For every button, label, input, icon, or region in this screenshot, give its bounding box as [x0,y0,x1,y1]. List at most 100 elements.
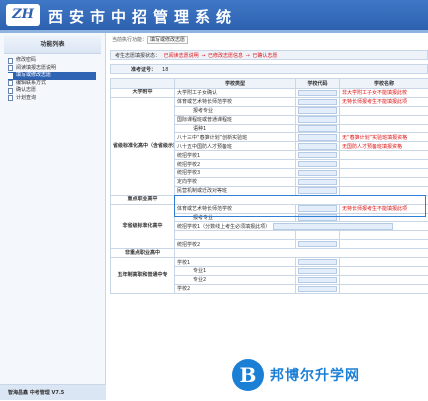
school-name-cell [340,177,428,186]
school-name-cell: 无特长师报考生不能填报此项 [340,204,428,213]
site-title: 西安市中招管理系统 [48,6,237,27]
school-code-input[interactable] [298,187,337,194]
school-code-input[interactable] [298,170,337,177]
code-cell [296,169,340,178]
sidebar: 功能列表 修改密码 阅读填报志愿说明 填写或修改志愿 编辑联系方式 确认志愿 计… [0,33,106,400]
code-cell [296,275,340,284]
school-name-cell [340,275,428,284]
category-cell: 省级标准化高中（含省级示范高中） [111,97,175,195]
arrow-icon: → [201,53,205,59]
school-type-cell: 语种1 [175,124,296,133]
school-name-cell [340,258,428,267]
code-cell [296,97,340,106]
school-type-cell: 民营机制或迁改对等班 [175,186,296,195]
step-modified: 已修改志愿信息 [208,53,243,59]
school-type-cell: 体育或艺术特长师范学校 [175,97,296,106]
sidebar-item-confirm[interactable]: 确认志愿 [8,87,105,95]
school-name-cell [340,231,428,240]
school-name-cell: 无国防人才预备班填报资格 [340,142,428,151]
exam-number-label: 准考证号： [131,67,156,73]
school-name-cell [340,124,428,133]
school-code-input[interactable] [298,143,337,150]
school-name-cell [340,240,428,249]
sidebar-item-label: 编辑联系方式 [16,80,46,88]
document-icon [8,88,13,94]
sidebar-item-label: 确认志愿 [16,87,36,95]
table-row: 省级标准化高中（含省级示范高中） 体育或艺术特长师范学校 无特长师报考生不能填报… [111,97,428,106]
school-code-input[interactable] [298,241,337,248]
code-cell [296,151,340,160]
step-read: 已阅读志愿说明 [164,53,199,59]
sidebar-footer: 智海昌鑫 中考管理 V7.5 [0,384,106,400]
school-type-cell: 专业2 [175,275,296,284]
code-cell [296,240,340,249]
school-name-cell [340,284,428,293]
category-cell: 重点职业高中 [111,195,175,204]
major-code-input[interactable] [298,277,337,284]
school-name-cell [340,169,428,178]
school-type-cell: 统招学校1（分数线上考生必须填报此项） [175,222,428,231]
school-name-cell [340,115,428,124]
exam-number-value: 18 [162,67,168,73]
school-code-input[interactable] [298,161,337,168]
school-type-cell: 体育或艺术特长师范学校 [175,204,296,213]
code-cell [296,133,340,142]
code-cell [296,284,340,293]
school-type-cell: 统招学校2 [175,160,296,169]
category-cell: 非省级标准化高中 [111,204,175,248]
school-code-input[interactable] [298,99,337,106]
school-type-cell: 统招学校3 [175,169,296,178]
steps-label: 考生志愿填报状态： [115,53,160,59]
major-code-input[interactable] [298,107,337,114]
step-confirmed: 已确认志愿 [252,53,277,59]
school-type-cell: 专业1 [175,267,296,276]
school-type-cell: 八十五中国防人才预备班 [175,142,296,151]
status-steps: 考生志愿填报状态： 已阅读志愿说明 → 已修改志愿信息 → 已确认志愿 [110,50,428,60]
school-code-input[interactable] [298,90,337,97]
document-icon [8,65,13,71]
code-cell [296,106,340,115]
table-header-name: 学校名称 [340,79,428,89]
sidebar-item-label: 阅读填报志愿说明 [16,65,56,73]
school-code-input[interactable] [298,259,337,266]
code-cell [296,142,340,151]
language-code-input[interactable] [298,125,337,132]
table-header-code: 学校代码 [296,79,340,89]
school-name-cell [340,267,428,276]
school-code-input[interactable] [298,286,337,293]
document-icon [8,58,13,64]
code-cell [296,124,340,133]
school-code-input[interactable] [298,116,337,123]
school-name-cell [340,151,428,160]
school-type-cell: 报考专业 [175,106,296,115]
school-code-input[interactable] [298,152,337,159]
school-name-cell [340,186,428,195]
school-code-input[interactable] [273,223,393,230]
code-cell [296,213,340,222]
breadcrumb-prefix: 当前执行功能： [112,37,147,43]
sidebar-item-label: 计划查询 [16,95,36,103]
sidebar-item-read-instructions[interactable]: 阅读填报志愿说明 [8,65,105,73]
major-code-input[interactable] [298,268,337,275]
table-row: 非重点职业高中 [111,249,428,258]
school-type-cell [175,231,296,240]
site-logo: ZH [6,4,40,26]
header-banner: ZH 西安市中招管理系统 [0,0,428,30]
table-header-row: 学校类型 学校代码 学校名称 [111,79,428,89]
code-cell [296,115,340,124]
sidebar-item-fill-preferences[interactable]: 填写或修改志愿 [8,72,96,80]
code-cell [296,267,340,276]
school-code-input[interactable] [298,179,337,186]
sidebar-item-plan-query[interactable]: 计划查询 [8,95,105,103]
section-blank [175,195,428,204]
school-code-input[interactable] [298,134,337,141]
code-cell [296,89,340,98]
sidebar-item-edit-contact[interactable]: 编辑联系方式 [8,80,105,88]
major-code-input[interactable] [298,214,337,221]
school-name-cell [340,213,428,222]
school-code-input[interactable] [298,205,337,212]
sidebar-item-change-password[interactable]: 修改密码 [8,57,105,65]
school-type-cell: 大学附工子女确认 [175,89,296,98]
exam-number-row: 准考证号： 18 [110,64,428,74]
sidebar-item-label: 修改密码 [16,57,36,65]
